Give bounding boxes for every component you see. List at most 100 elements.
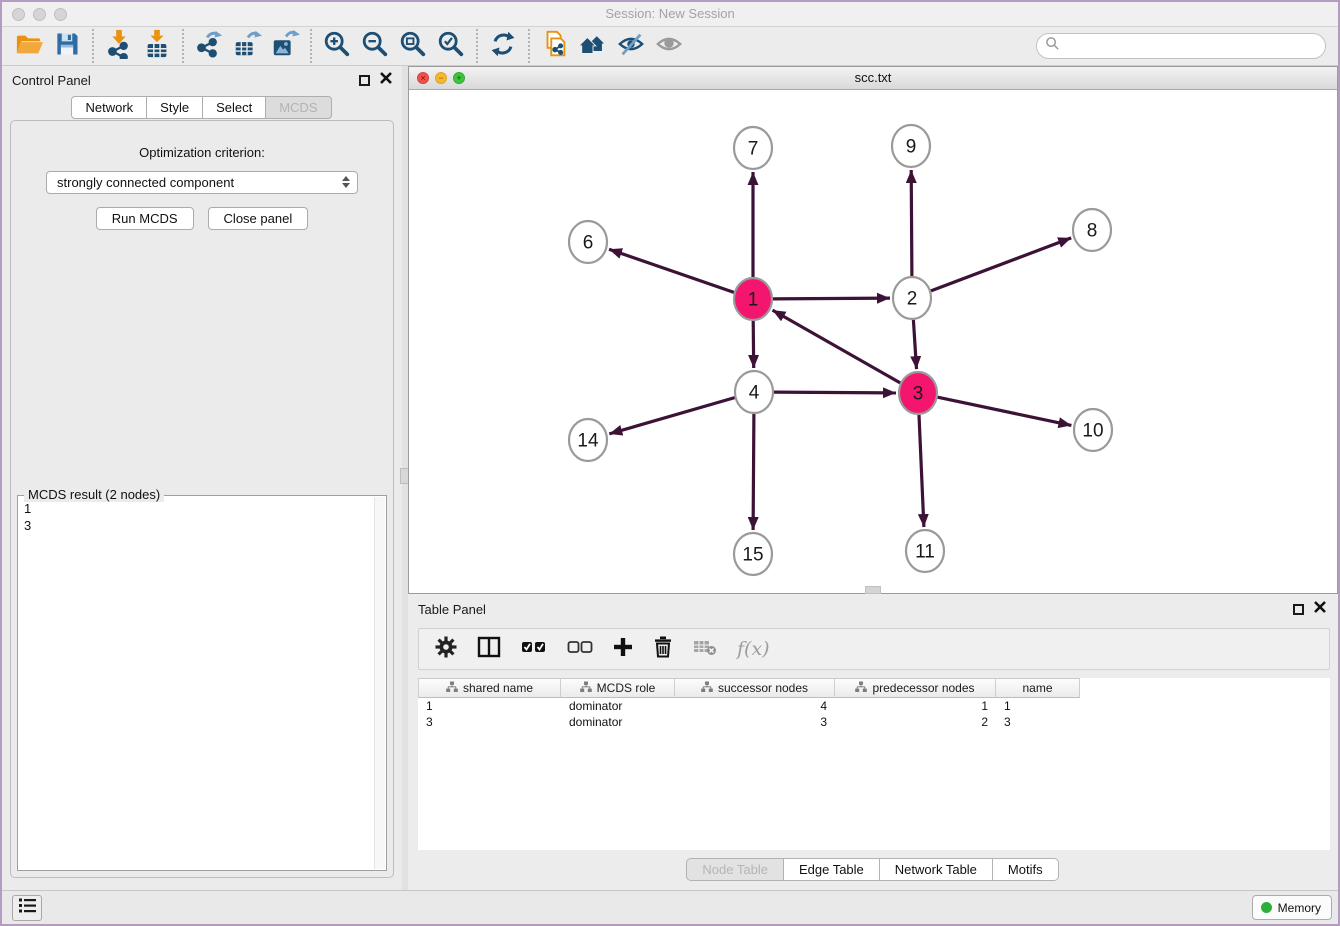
- first-neighbors-button[interactable]: [574, 29, 612, 63]
- graph-edge-1-4[interactable]: [753, 321, 754, 368]
- window-titlebar: Session: New Session: [2, 2, 1338, 27]
- column-header-predecessor-nodes[interactable]: predecessor nodes: [835, 678, 996, 698]
- graph-node-label-2: 2: [907, 289, 918, 310]
- tab-select[interactable]: Select: [202, 96, 266, 119]
- eye-icon: [654, 30, 684, 63]
- main-toolbar: [2, 27, 1338, 66]
- graph-edge-4-15[interactable]: [753, 414, 754, 530]
- search-input[interactable]: [1065, 39, 1325, 54]
- graph-node-label-4: 4: [749, 383, 760, 404]
- show-panels-button[interactable]: [12, 895, 42, 921]
- export-table-button[interactable]: [228, 29, 266, 63]
- unselect-all-button[interactable]: [567, 639, 593, 660]
- memory-button[interactable]: Memory: [1252, 895, 1332, 920]
- export-image-button[interactable]: [266, 29, 304, 63]
- graph-edge-4-14[interactable]: [609, 398, 734, 434]
- close-panel-icon[interactable]: [380, 71, 392, 89]
- toolbar-separator: [476, 29, 478, 63]
- import-table-icon: [142, 29, 172, 64]
- save-session-button[interactable]: [48, 29, 86, 63]
- zoom-fit-icon: [398, 29, 428, 64]
- graph-edge-2-9[interactable]: [911, 170, 912, 276]
- optimization-criterion-select[interactable]: strongly connected component: [46, 171, 358, 194]
- delete-table-button[interactable]: [693, 638, 717, 661]
- toolbar-separator: [92, 29, 94, 63]
- graph-edge-2-3[interactable]: [913, 320, 916, 369]
- column-header-successor-nodes[interactable]: successor nodes: [675, 678, 835, 698]
- add-row-button[interactable]: [613, 637, 633, 662]
- graph-edge-3-1[interactable]: [773, 310, 901, 383]
- graph-edge-4-3[interactable]: [774, 392, 896, 393]
- table-settings-button[interactable]: [435, 636, 457, 663]
- tab-mcds[interactable]: MCDS: [265, 96, 331, 119]
- unchecked-boxes-icon: [567, 642, 593, 659]
- table-delete-icon: [693, 643, 717, 660]
- column-header-shared-name[interactable]: shared name: [418, 678, 561, 698]
- open-session-button[interactable]: [10, 29, 48, 63]
- refresh-button[interactable]: [484, 29, 522, 63]
- tab-network[interactable]: Network: [71, 96, 147, 119]
- hide-selected-button[interactable]: [612, 29, 650, 63]
- table-header-row: shared name MCDS role successor nodes pr…: [418, 678, 1330, 698]
- optimization-criterion-label: Optimization criterion:: [11, 145, 393, 160]
- two-homes-icon: [577, 30, 609, 63]
- tab-node-table[interactable]: Node Table: [686, 858, 784, 881]
- graph-edge-1-2[interactable]: [773, 298, 890, 299]
- columns-icon: [477, 645, 501, 662]
- export-image-icon: [270, 29, 300, 64]
- show-all-button[interactable]: [650, 29, 688, 63]
- float-panel-icon[interactable]: [359, 75, 370, 86]
- graph-node-label-15: 15: [742, 545, 763, 566]
- import-network-icon: [104, 29, 134, 64]
- import-table-button[interactable]: [138, 29, 176, 63]
- network-graph: 7968124314101511: [409, 90, 1340, 594]
- tab-motifs[interactable]: Motifs: [992, 858, 1059, 881]
- column-header-mcds-role[interactable]: MCDS role: [561, 678, 675, 698]
- plus-icon: [613, 644, 633, 661]
- table-row[interactable]: 3 dominator 3 2 3: [418, 714, 1330, 730]
- show-column-button[interactable]: [477, 636, 501, 663]
- graph-node-label-6: 6: [583, 233, 594, 254]
- close-table-panel-icon[interactable]: [1314, 600, 1326, 618]
- graph-node-label-3: 3: [913, 384, 924, 405]
- node-table: shared name MCDS role successor nodes pr…: [418, 678, 1330, 850]
- zoom-in-button[interactable]: [318, 29, 356, 63]
- graph-node-label-9: 9: [906, 137, 917, 158]
- zoom-selected-button[interactable]: [432, 29, 470, 63]
- zoom-out-button[interactable]: [356, 29, 394, 63]
- global-search-field[interactable]: [1036, 33, 1326, 59]
- result-scrollbar[interactable]: [374, 497, 385, 869]
- graph-edge-2-8[interactable]: [931, 238, 1071, 291]
- tab-edge-table[interactable]: Edge Table: [783, 858, 880, 881]
- function-builder-button[interactable]: f(x): [737, 638, 770, 660]
- duplicate-network-button[interactable]: [536, 29, 574, 63]
- memory-status-dot: [1261, 902, 1272, 913]
- mcds-result-box: MCDS result (2 nodes) 1 3: [17, 495, 387, 871]
- import-network-button[interactable]: [100, 29, 138, 63]
- float-table-panel-icon[interactable]: [1293, 604, 1304, 615]
- tab-network-table[interactable]: Network Table: [879, 858, 993, 881]
- zoom-fit-button[interactable]: [394, 29, 432, 63]
- run-mcds-button[interactable]: Run MCDS: [96, 207, 194, 230]
- zoom-in-icon: [322, 29, 352, 64]
- horizontal-splitter-grip[interactable]: [865, 586, 881, 594]
- graph-edge-3-10[interactable]: [938, 397, 1072, 425]
- export-network-button[interactable]: [190, 29, 228, 63]
- column-header-name[interactable]: name: [996, 678, 1080, 698]
- delete-row-button[interactable]: [653, 636, 673, 663]
- graph-node-label-7: 7: [748, 139, 759, 160]
- mcds-result-text[interactable]: 1 3: [20, 498, 373, 868]
- control-panel-title: Control Panel: [12, 73, 91, 88]
- graph-edge-3-11[interactable]: [919, 415, 924, 527]
- network-canvas[interactable]: 7968124314101511: [409, 90, 1337, 593]
- network-view-window: × − + scc.txt 7968124314101511: [408, 66, 1338, 594]
- network-window-title: scc.txt: [409, 70, 1337, 85]
- network-window-titlebar: × − + scc.txt: [409, 67, 1337, 90]
- window-title: Session: New Session: [2, 6, 1338, 21]
- close-panel-button[interactable]: Close panel: [208, 207, 309, 230]
- search-icon: [1045, 36, 1060, 56]
- table-row[interactable]: 1 dominator 4 1 1: [418, 698, 1330, 714]
- select-all-button[interactable]: [521, 639, 547, 660]
- graph-edge-1-6[interactable]: [609, 249, 734, 292]
- tab-style[interactable]: Style: [146, 96, 203, 119]
